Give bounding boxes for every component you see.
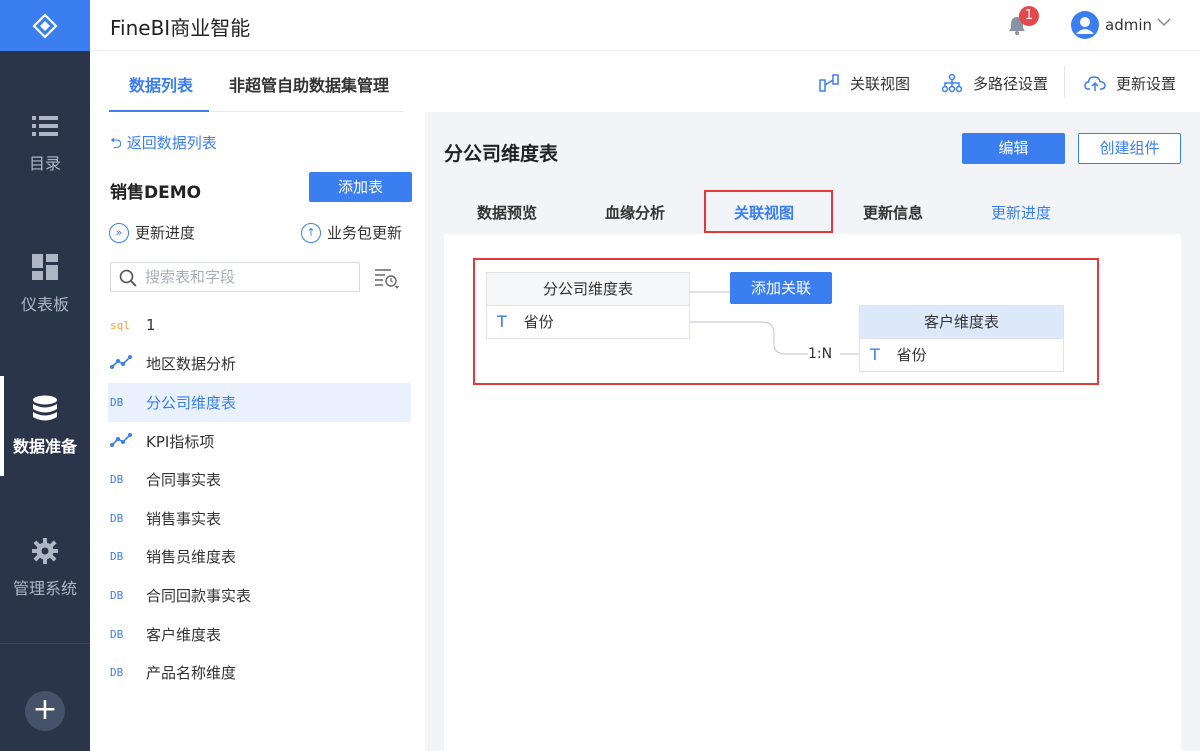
tab-update-info[interactable]: 更新信息 — [863, 202, 923, 223]
multipath-label: 多路径设置 — [973, 74, 1049, 93]
table-list: sql 1 地区数据分析 DB 分公司维度表 KPI指标项 DB 合同事实表 D… — [108, 306, 411, 692]
database-icon — [31, 395, 59, 423]
list-icon — [31, 112, 59, 140]
search-input[interactable] — [145, 267, 350, 287]
list-item[interactable]: DB 合同事实表 — [108, 460, 411, 499]
table-name: 销售事实表 — [146, 509, 222, 528]
list-item[interactable]: KPI指标项 — [108, 422, 411, 461]
nav-divider — [0, 643, 90, 644]
progress-icon: » — [109, 222, 129, 243]
top-bar: FineBI商业智能 1 admin — [90, 0, 1200, 51]
list-item[interactable]: DB 合同回款事实表 — [108, 576, 411, 615]
search-icon — [119, 269, 137, 287]
db-icon: DB — [110, 473, 124, 487]
package-name: 销售DEMO — [110, 183, 202, 203]
gear-icon — [31, 537, 59, 565]
sql-icon: sql — [110, 318, 130, 332]
table-name: 销售员维度表 — [146, 548, 237, 567]
table-name: 地区数据分析 — [146, 355, 237, 374]
main-nav: 目录 仪表板 数据准备 管理系统 + — [0, 0, 90, 751]
tab-data-list[interactable]: 数据列表 — [129, 72, 193, 96]
table-name: 分公司维度表 — [146, 393, 237, 412]
db-icon: DB — [110, 627, 124, 641]
highlight-box — [704, 190, 833, 233]
db-icon: DB — [110, 550, 124, 564]
tab-dataset-management[interactable]: 非超管自助数据集管理 — [229, 72, 389, 96]
table-name: 合同回款事实表 — [146, 586, 252, 605]
user-icon — [1076, 17, 1094, 34]
tab-data-preview[interactable]: 数据预览 — [477, 202, 537, 223]
update-progress-link[interactable]: 更新进度 — [991, 202, 1051, 223]
search-field[interactable] — [110, 262, 360, 292]
page-tab-bar: 数据列表 非超管自助数据集管理 关联视图 多路径设置 更新设置 — [90, 52, 1200, 112]
nav-item-dashboard[interactable]: 仪表板 — [0, 234, 90, 334]
nav-label: 目录 — [28, 154, 61, 173]
list-item[interactable]: 地区数据分析 — [108, 345, 411, 384]
edit-button[interactable]: 编辑 — [962, 133, 1065, 164]
tab-lineage[interactable]: 血缘分析 — [605, 202, 665, 223]
db-icon: DB — [110, 588, 124, 602]
nav-item-catalog[interactable]: 目录 — [0, 93, 90, 193]
update-progress-label: 更新进度 — [135, 224, 196, 242]
table-list-panel: ⮌ 返回数据列表 销售DEMO 添加表 » 更新进度 ↑ 业务包更新 sql 1… — [90, 112, 425, 751]
logo-icon — [32, 12, 58, 39]
list-item[interactable]: DB 销售事实表 — [108, 499, 411, 538]
db-icon: DB — [110, 511, 124, 525]
chevron-down-icon[interactable] — [1156, 14, 1172, 33]
relation-view-label: 关联视图 — [850, 74, 911, 93]
list-item[interactable]: DB 分公司维度表 — [108, 383, 411, 422]
relation-canvas: 分公司维度表 T 省份 添加关联 1:N 客户维度表 T 省份 — [444, 234, 1181, 751]
avatar[interactable] — [1071, 11, 1099, 39]
notification-badge: 1 — [1019, 6, 1039, 26]
analysis-icon — [110, 432, 136, 450]
package-update-label: 业务包更新 — [327, 224, 403, 242]
update-settings-label: 更新设置 — [1116, 74, 1177, 93]
add-button[interactable]: + — [25, 691, 65, 731]
table-name: 1 — [146, 316, 156, 335]
list-item[interactable]: sql 1 — [108, 306, 411, 345]
nav-label: 数据准备 — [12, 437, 77, 456]
db-icon: DB — [110, 666, 124, 680]
cloud-refresh-icon — [1084, 72, 1106, 94]
table-detail-panel: 分公司维度表 编辑 创建组件 数据预览 血缘分析 关联视图 更新信息 更新进度 … — [425, 112, 1200, 751]
table-name: 产品名称维度 — [146, 664, 237, 683]
relation-view-icon — [818, 72, 840, 94]
list-item[interactable]: DB 销售员维度表 — [108, 538, 411, 577]
package-update-button[interactable]: ↑ 业务包更新 — [301, 222, 402, 243]
nav-item-admin[interactable]: 管理系统 — [0, 518, 90, 618]
list-item[interactable]: DB 产品名称维度 — [108, 653, 411, 692]
upload-icon: ↑ — [301, 222, 321, 243]
app-title: FineBI商业智能 — [110, 16, 251, 40]
back-label: 返回数据列表 — [126, 134, 217, 152]
table-name: 客户维度表 — [146, 625, 222, 644]
toolbar-divider — [1064, 66, 1065, 98]
return-icon: ⮌ — [110, 134, 123, 152]
relation-view-button[interactable]: 关联视图 — [818, 72, 910, 94]
table-name: KPI指标项 — [146, 432, 215, 451]
dashboard-icon — [31, 253, 59, 281]
nav-label: 管理系统 — [12, 579, 77, 598]
hierarchy-icon — [941, 72, 963, 94]
user-name[interactable]: admin — [1105, 16, 1152, 34]
nav-item-data-prep[interactable]: 数据准备 — [0, 376, 90, 476]
analysis-icon — [110, 355, 136, 372]
filter-sort-icon[interactable] — [373, 266, 401, 290]
add-table-button[interactable]: 添加表 — [309, 172, 412, 202]
db-icon: DB — [110, 395, 124, 409]
update-progress-button[interactable]: » 更新进度 — [109, 222, 195, 243]
table-name: 合同事实表 — [146, 471, 222, 490]
multipath-settings-button[interactable]: 多路径设置 — [941, 72, 1048, 94]
highlight-box — [473, 258, 1099, 385]
app-logo[interactable] — [0, 0, 90, 51]
create-component-button[interactable]: 创建组件 — [1078, 133, 1181, 164]
detail-tabs: 数据预览 血缘分析 关联视图 更新信息 更新进度 — [444, 190, 1181, 234]
update-settings-button[interactable]: 更新设置 — [1084, 72, 1176, 94]
back-link[interactable]: ⮌ 返回数据列表 — [110, 132, 217, 158]
page-title: 分公司维度表 — [444, 143, 559, 165]
nav-label: 仪表板 — [20, 295, 69, 314]
list-item[interactable]: DB 客户维度表 — [108, 615, 411, 654]
